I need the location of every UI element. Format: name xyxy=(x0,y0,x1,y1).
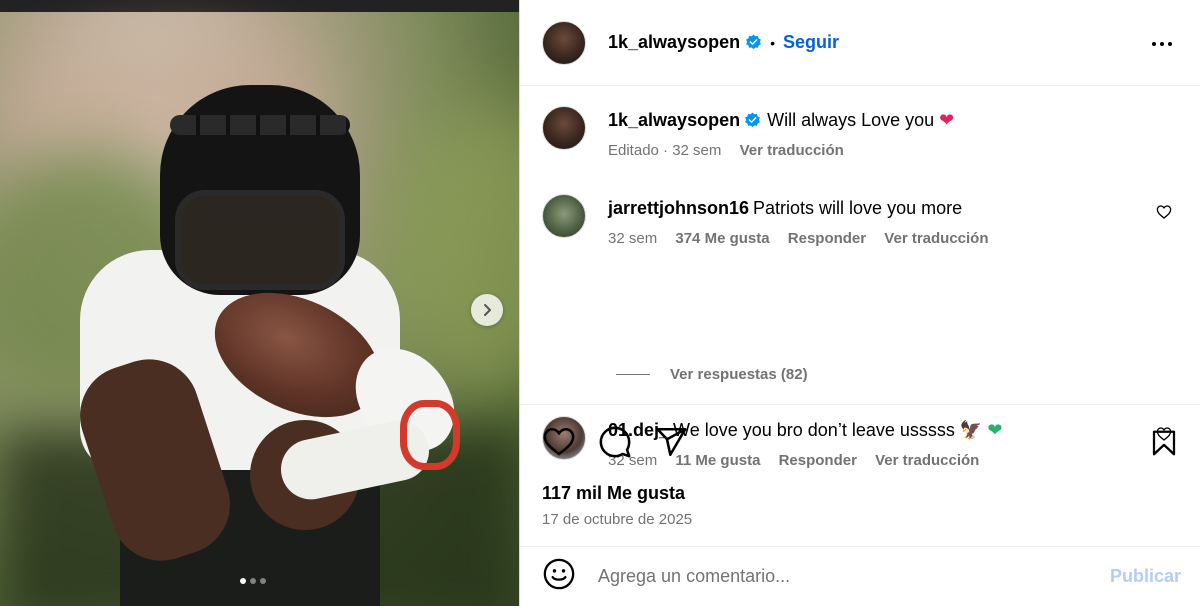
share-button[interactable] xyxy=(654,425,688,464)
follow-button[interactable]: Seguir xyxy=(783,32,839,53)
next-slide-button[interactable] xyxy=(471,294,503,326)
action-icons xyxy=(542,425,688,464)
comment-button[interactable] xyxy=(598,425,632,464)
more-options-button[interactable] xyxy=(1150,32,1174,61)
comment-composer: Publicar xyxy=(520,546,1200,606)
comment-likes[interactable]: 374 Me gusta xyxy=(675,230,769,247)
comment-like-button[interactable] xyxy=(1156,204,1172,225)
post-media[interactable] xyxy=(0,0,519,606)
emoji-button[interactable] xyxy=(542,557,576,596)
comment-item: jarrettjohnson16 Patriots will love you m… xyxy=(542,194,1182,247)
caption-body: 1k_alwaysopen Will always Love you ❤ Edi… xyxy=(608,106,954,159)
comment-time: 32 sem xyxy=(608,230,658,247)
carousel-dot xyxy=(250,578,256,584)
post-header: 1k_alwaysopen • Seguir xyxy=(520,0,1200,86)
comment-body: jarrettjohnson16 Patriots will love you m… xyxy=(608,194,1003,247)
send-paper-plane-icon xyxy=(656,427,687,457)
athlete-facemask xyxy=(175,190,345,290)
view-replies-button[interactable]: Ver respuestas (82) xyxy=(616,366,808,383)
comments-section: 1k_alwaysopen Will always Love you ❤ Edi… xyxy=(520,86,1200,469)
comment-line: jarrettjohnson16 Patriots will love you m… xyxy=(608,196,1003,220)
author-avatar[interactable] xyxy=(542,106,586,150)
replies-divider xyxy=(616,374,650,375)
view-replies-label: Ver respuestas (82) xyxy=(670,366,808,383)
like-button[interactable] xyxy=(542,425,576,464)
carousel-dot xyxy=(260,578,266,584)
media-top-strip xyxy=(0,0,519,12)
carousel-dot xyxy=(240,578,246,584)
save-button[interactable] xyxy=(1149,427,1179,464)
heart-emoji-icon: ❤ xyxy=(939,110,955,130)
comment-bubble-icon xyxy=(599,426,631,458)
reply-button[interactable]: Responder xyxy=(788,230,866,247)
caption-meta: Editado · 32 sem Ver traducción xyxy=(608,142,954,159)
smiley-face-icon xyxy=(543,558,575,590)
translate-link[interactable]: Ver traducción xyxy=(740,142,844,159)
comment-input[interactable] xyxy=(598,566,1068,587)
verified-badge-icon xyxy=(745,112,760,128)
heart-outline-icon xyxy=(543,427,575,456)
comment-meta: 32 sem 374 Me gusta Responder Ver traduc… xyxy=(608,230,1003,247)
post-side-panel: 1k_alwaysopen • Seguir 1k_alwaysopen Wil… xyxy=(519,0,1200,606)
verified-badge-icon xyxy=(746,34,761,50)
publish-button[interactable]: Publicar xyxy=(1110,566,1181,587)
bookmark-icon xyxy=(1152,430,1176,456)
caption-edited: Editado · 32 sem xyxy=(608,142,722,159)
carousel-dots xyxy=(240,578,266,584)
caption-line: 1k_alwaysopen Will always Love you ❤ xyxy=(608,108,954,132)
caption-username[interactable]: 1k_alwaysopen xyxy=(608,110,740,130)
comment-text: Patriots will love you more xyxy=(753,198,963,218)
caption-text: Will always Love you xyxy=(767,110,935,130)
likes-count[interactable]: 117 mil Me gusta xyxy=(542,483,685,504)
post-actions: 117 mil Me gusta 17 de octubre de 2025 xyxy=(520,404,1200,546)
athlete-wristband xyxy=(400,400,460,470)
header-separator: • xyxy=(770,34,775,51)
author-avatar[interactable] xyxy=(542,20,586,65)
caption: 1k_alwaysopen Will always Love you ❤ Edi… xyxy=(542,106,1182,159)
comment-username[interactable]: jarrettjohnson16 xyxy=(608,198,749,218)
author-username[interactable]: 1k_alwaysopen xyxy=(608,32,740,53)
translate-link[interactable]: Ver traducción xyxy=(884,230,988,247)
commenter-avatar[interactable] xyxy=(542,194,586,238)
heart-outline-icon xyxy=(1156,205,1172,219)
post-date: 17 de octubre de 2025 xyxy=(542,511,693,528)
more-horizontal-icon xyxy=(1152,42,1172,46)
chevron-right-icon xyxy=(484,304,491,316)
